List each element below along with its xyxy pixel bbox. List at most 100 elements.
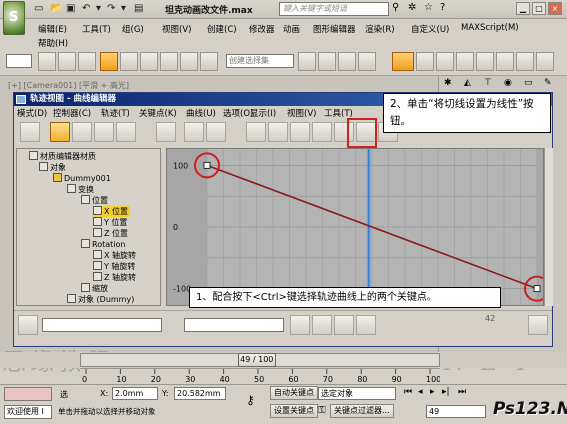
menu-customize[interactable]: 自定义(U) xyxy=(411,23,449,35)
bind-space-warp-icon[interactable] xyxy=(78,52,96,71)
redo-icon[interactable]: ↷ xyxy=(107,3,115,14)
redo-dropdown-icon[interactable]: ▾ xyxy=(121,3,126,14)
zoom-icon[interactable] xyxy=(334,315,354,335)
close-button[interactable]: × xyxy=(548,2,562,15)
tv-selection-field[interactable] xyxy=(42,318,162,332)
open-file-icon[interactable]: 📂 xyxy=(50,3,62,14)
current-frame-field[interactable]: 49 xyxy=(426,405,486,418)
tv-key-value-field[interactable] xyxy=(184,318,284,332)
prev-frame-icon[interactable]: ◂ xyxy=(418,387,423,397)
controller-tree[interactable]: 材质编辑器材质 对象 Dummy001 变换 位置 X 位置 Y 位置 Z 位置… xyxy=(16,148,161,306)
schematic-view-icon[interactable] xyxy=(416,52,434,71)
select-object-icon[interactable] xyxy=(100,52,118,71)
time-slider-thumb[interactable]: 49 / 100 xyxy=(237,353,276,367)
scale-values-icon[interactable] xyxy=(116,122,136,142)
hand-pan-icon[interactable] xyxy=(528,315,548,335)
curve-graph-svg[interactable]: 1000-100 xyxy=(167,149,550,305)
unlink-icon[interactable] xyxy=(58,52,76,71)
tv-menu-tracks[interactable]: 轨迹(T) xyxy=(101,107,130,119)
curve-graph[interactable]: 100 0 -100 xyxy=(166,148,550,306)
search-input[interactable]: 键入关键字或短语 xyxy=(279,2,389,16)
tv-menu-mode[interactable]: 模式(D) xyxy=(17,107,47,119)
modify-tab-icon[interactable]: ◭ xyxy=(464,78,471,88)
save-icon[interactable]: ▣ xyxy=(66,3,75,14)
tree-node[interactable]: 材质编辑器材质 xyxy=(29,151,96,162)
key-icon[interactable]: ⚿ xyxy=(318,405,326,416)
tv-menu-view[interactable]: 视图(V) xyxy=(287,107,316,119)
app-logo-icon[interactable]: S xyxy=(3,1,25,35)
tv-menu-options[interactable]: 选项(O) xyxy=(223,107,253,119)
viewport-label[interactable]: [+] [Camera001] [平滑 + 高光] xyxy=(8,80,129,91)
rect-region-icon[interactable] xyxy=(140,52,158,71)
y-coord-field[interactable]: 20.582mm xyxy=(174,387,226,400)
tree-node[interactable]: Z 位置 xyxy=(93,228,128,239)
tree-node[interactable]: Dummy001 xyxy=(53,173,111,184)
mirror-icon[interactable] xyxy=(298,52,316,71)
menu-animation[interactable]: 动画 xyxy=(283,23,300,35)
tv-menu-keys[interactable]: 关键点(K) xyxy=(139,107,177,119)
create-tab-icon[interactable]: ✱ xyxy=(444,78,452,88)
tree-node[interactable]: Y 位置 xyxy=(93,217,127,228)
key-filters-button[interactable]: 关键点过滤器... xyxy=(330,404,394,418)
next-frame-icon[interactable]: ▸| xyxy=(442,387,450,397)
menu-maxscript[interactable]: MAXScript(M) xyxy=(461,23,519,33)
named-selection-set[interactable]: 创建选择集 xyxy=(226,54,294,68)
menu-group[interactable]: 组(G) xyxy=(122,23,144,35)
render-production-icon[interactable] xyxy=(516,52,534,71)
tree-node[interactable]: 对象 (Dummy) xyxy=(67,294,134,305)
undo-dropdown-icon[interactable]: ▾ xyxy=(96,3,101,14)
selection-filter-dropdown[interactable] xyxy=(6,54,32,68)
tangent-slow-icon[interactable] xyxy=(312,122,332,142)
help-icon[interactable]: ✲ xyxy=(408,2,416,13)
motion-tab-icon[interactable]: ◉ xyxy=(504,78,512,88)
menu-create[interactable]: 创建(C) xyxy=(207,23,237,35)
quick-render-icon[interactable] xyxy=(496,52,514,71)
menu-edit[interactable]: 编辑(E) xyxy=(38,23,67,35)
tree-node[interactable]: Y 轴旋转 xyxy=(93,261,135,272)
align-icon[interactable] xyxy=(318,52,336,71)
maximize-button[interactable]: □ xyxy=(532,2,546,15)
display-tab-icon[interactable]: ▭ xyxy=(524,78,533,88)
zoom-region-icon[interactable] xyxy=(356,315,376,335)
tree-node[interactable]: 位置 xyxy=(81,195,108,206)
tree-node[interactable]: Z 轴旋转 xyxy=(93,272,136,283)
key-lock-icon[interactable]: ⚷ xyxy=(246,393,255,407)
hierarchy-tab-icon[interactable]: ⊤ xyxy=(484,78,492,88)
scale-keys-icon[interactable] xyxy=(94,122,114,142)
utilities-tab-icon[interactable]: ✎ xyxy=(544,78,552,88)
tangent-fast-icon[interactable] xyxy=(290,122,310,142)
new-file-icon[interactable]: ▭ xyxy=(34,3,43,14)
tree-node-selected[interactable]: X 位置 xyxy=(93,206,131,217)
slide-keys-icon[interactable] xyxy=(72,122,92,142)
tree-node[interactable]: 变换 xyxy=(67,184,94,195)
tree-node[interactable]: 对象 xyxy=(39,162,66,173)
rotate-icon[interactable] xyxy=(200,52,218,71)
render-frame-icon[interactable] xyxy=(476,52,494,71)
info-icon[interactable]: ? xyxy=(440,2,445,13)
timeline-ruler[interactable]: 0 10 20 30 40 50 60 70 80 90 100 xyxy=(80,368,441,384)
tv-menu-controller[interactable]: 控制器(C) xyxy=(53,107,91,119)
search-icon[interactable]: ⚲ xyxy=(392,2,399,13)
render-setup-icon[interactable] xyxy=(456,52,474,71)
draw-curves-icon[interactable] xyxy=(184,122,204,142)
activeshade-icon[interactable] xyxy=(536,52,554,71)
select-link-icon[interactable] xyxy=(38,52,56,71)
select-by-name-icon[interactable] xyxy=(120,52,138,71)
tv-menu-display[interactable]: 显示(I) xyxy=(250,107,276,119)
menu-tools[interactable]: 工具(T) xyxy=(82,23,111,35)
pan-icon[interactable] xyxy=(290,315,310,335)
undo-icon[interactable]: ↶ xyxy=(82,3,90,14)
graphite-icon[interactable] xyxy=(358,52,376,71)
goto-start-icon[interactable]: ⏮ xyxy=(404,387,412,397)
window-crossing-icon[interactable] xyxy=(160,52,178,71)
set-key-button[interactable]: 设置关键点 xyxy=(270,404,318,418)
goto-end-icon[interactable]: ⏭ xyxy=(458,387,466,397)
tree-node[interactable]: X 轴旋转 xyxy=(93,250,136,261)
menu-rendering[interactable]: 渲染(R) xyxy=(365,23,395,35)
project-folder-icon[interactable]: ▤ xyxy=(134,3,143,14)
tree-node[interactable]: Rotation xyxy=(81,239,125,250)
auto-key-button[interactable]: 自动关键点 xyxy=(270,386,318,400)
play-icon[interactable]: ▸ xyxy=(430,387,435,397)
auto-key-target-dropdown[interactable]: 选定对象 xyxy=(318,387,396,400)
menu-help[interactable]: 帮助(H) xyxy=(38,37,68,49)
